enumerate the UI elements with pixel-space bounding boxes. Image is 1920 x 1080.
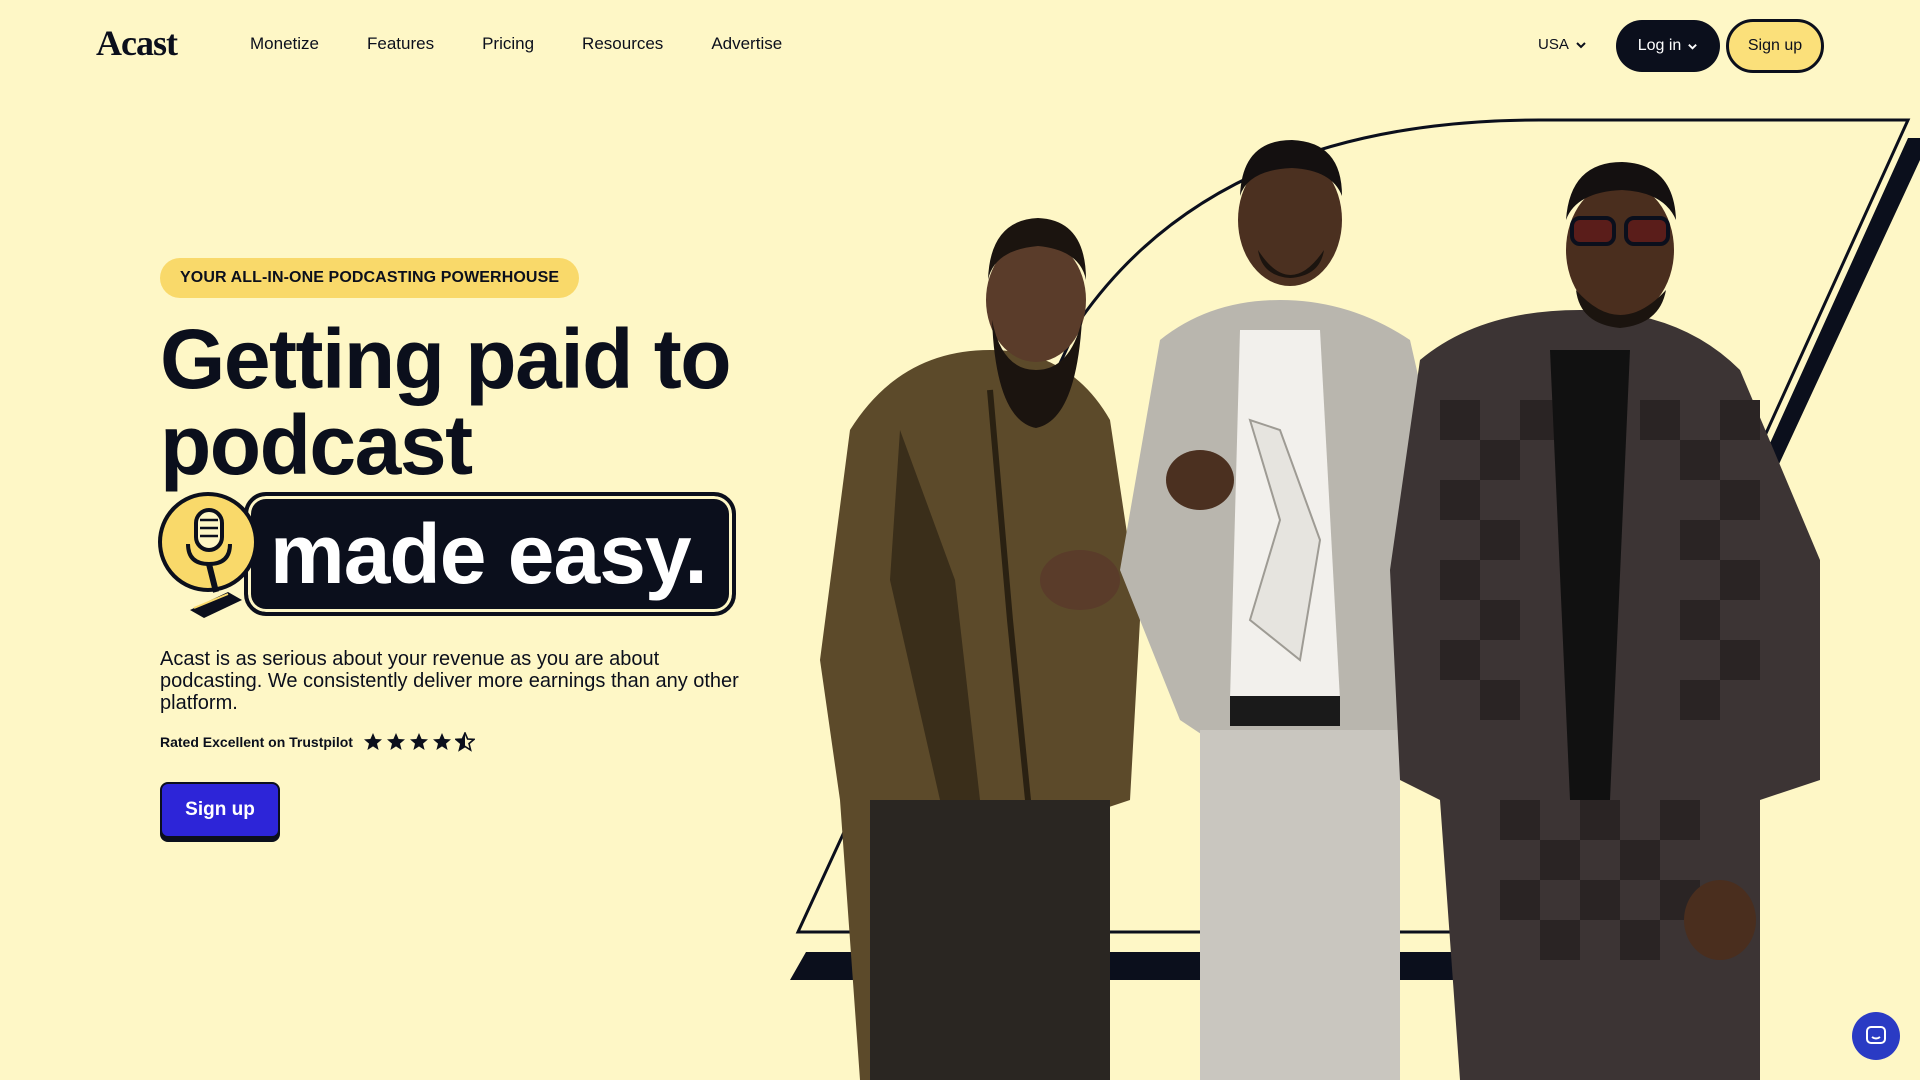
acast-logo[interactable]: Acast — [96, 22, 178, 64]
hero-image — [790, 118, 1920, 1080]
headline-highlight: made easy. — [156, 492, 740, 618]
star-icon — [386, 733, 405, 750]
region-label: USA — [1538, 36, 1569, 53]
login-button[interactable]: Log in — [1616, 20, 1720, 72]
chat-launcher[interactable] — [1852, 1012, 1900, 1060]
nav-pricing[interactable]: Pricing — [482, 34, 534, 54]
nav-advertise[interactable]: Advertise — [711, 34, 782, 54]
rating-text: Rated Excellent on Trustpilot — [160, 734, 353, 750]
trustpilot-rating: Rated Excellent on Trustpilot — [160, 732, 475, 752]
region-selector[interactable]: USA — [1538, 36, 1587, 53]
site-header: Acast Monetize Features Pricing Resource… — [0, 0, 1920, 92]
highlight-text: made easy. — [270, 507, 708, 601]
microphone-icon — [158, 492, 258, 618]
eyebrow-badge: YOUR ALL-IN-ONE PODCASTING POWERHOUSE — [160, 258, 580, 298]
nav-monetize[interactable]: Monetize — [250, 34, 319, 54]
nav-features[interactable]: Features — [367, 34, 434, 54]
star-icon — [363, 733, 382, 750]
hero-description: Acast is as serious about your revenue a… — [160, 648, 739, 714]
person-left — [820, 218, 1140, 1080]
nav-resources[interactable]: Resources — [582, 34, 663, 54]
chevron-down-icon — [1688, 43, 1698, 50]
login-label: Log in — [1637, 37, 1682, 54]
hero-signup-button[interactable]: Sign up — [160, 782, 280, 838]
rating-stars — [363, 732, 475, 752]
chat-icon — [1866, 1026, 1886, 1044]
star-icon — [432, 733, 451, 750]
star-half-icon — [454, 732, 475, 752]
star-icon — [409, 733, 428, 750]
chevron-down-icon — [1576, 41, 1586, 48]
hero-headline: Getting paid to podcast — [160, 312, 732, 492]
person-right — [1390, 162, 1820, 1080]
header-signup-button[interactable]: Sign up — [1726, 19, 1824, 73]
main-nav: Monetize Features Pricing Resources Adve… — [250, 34, 830, 54]
